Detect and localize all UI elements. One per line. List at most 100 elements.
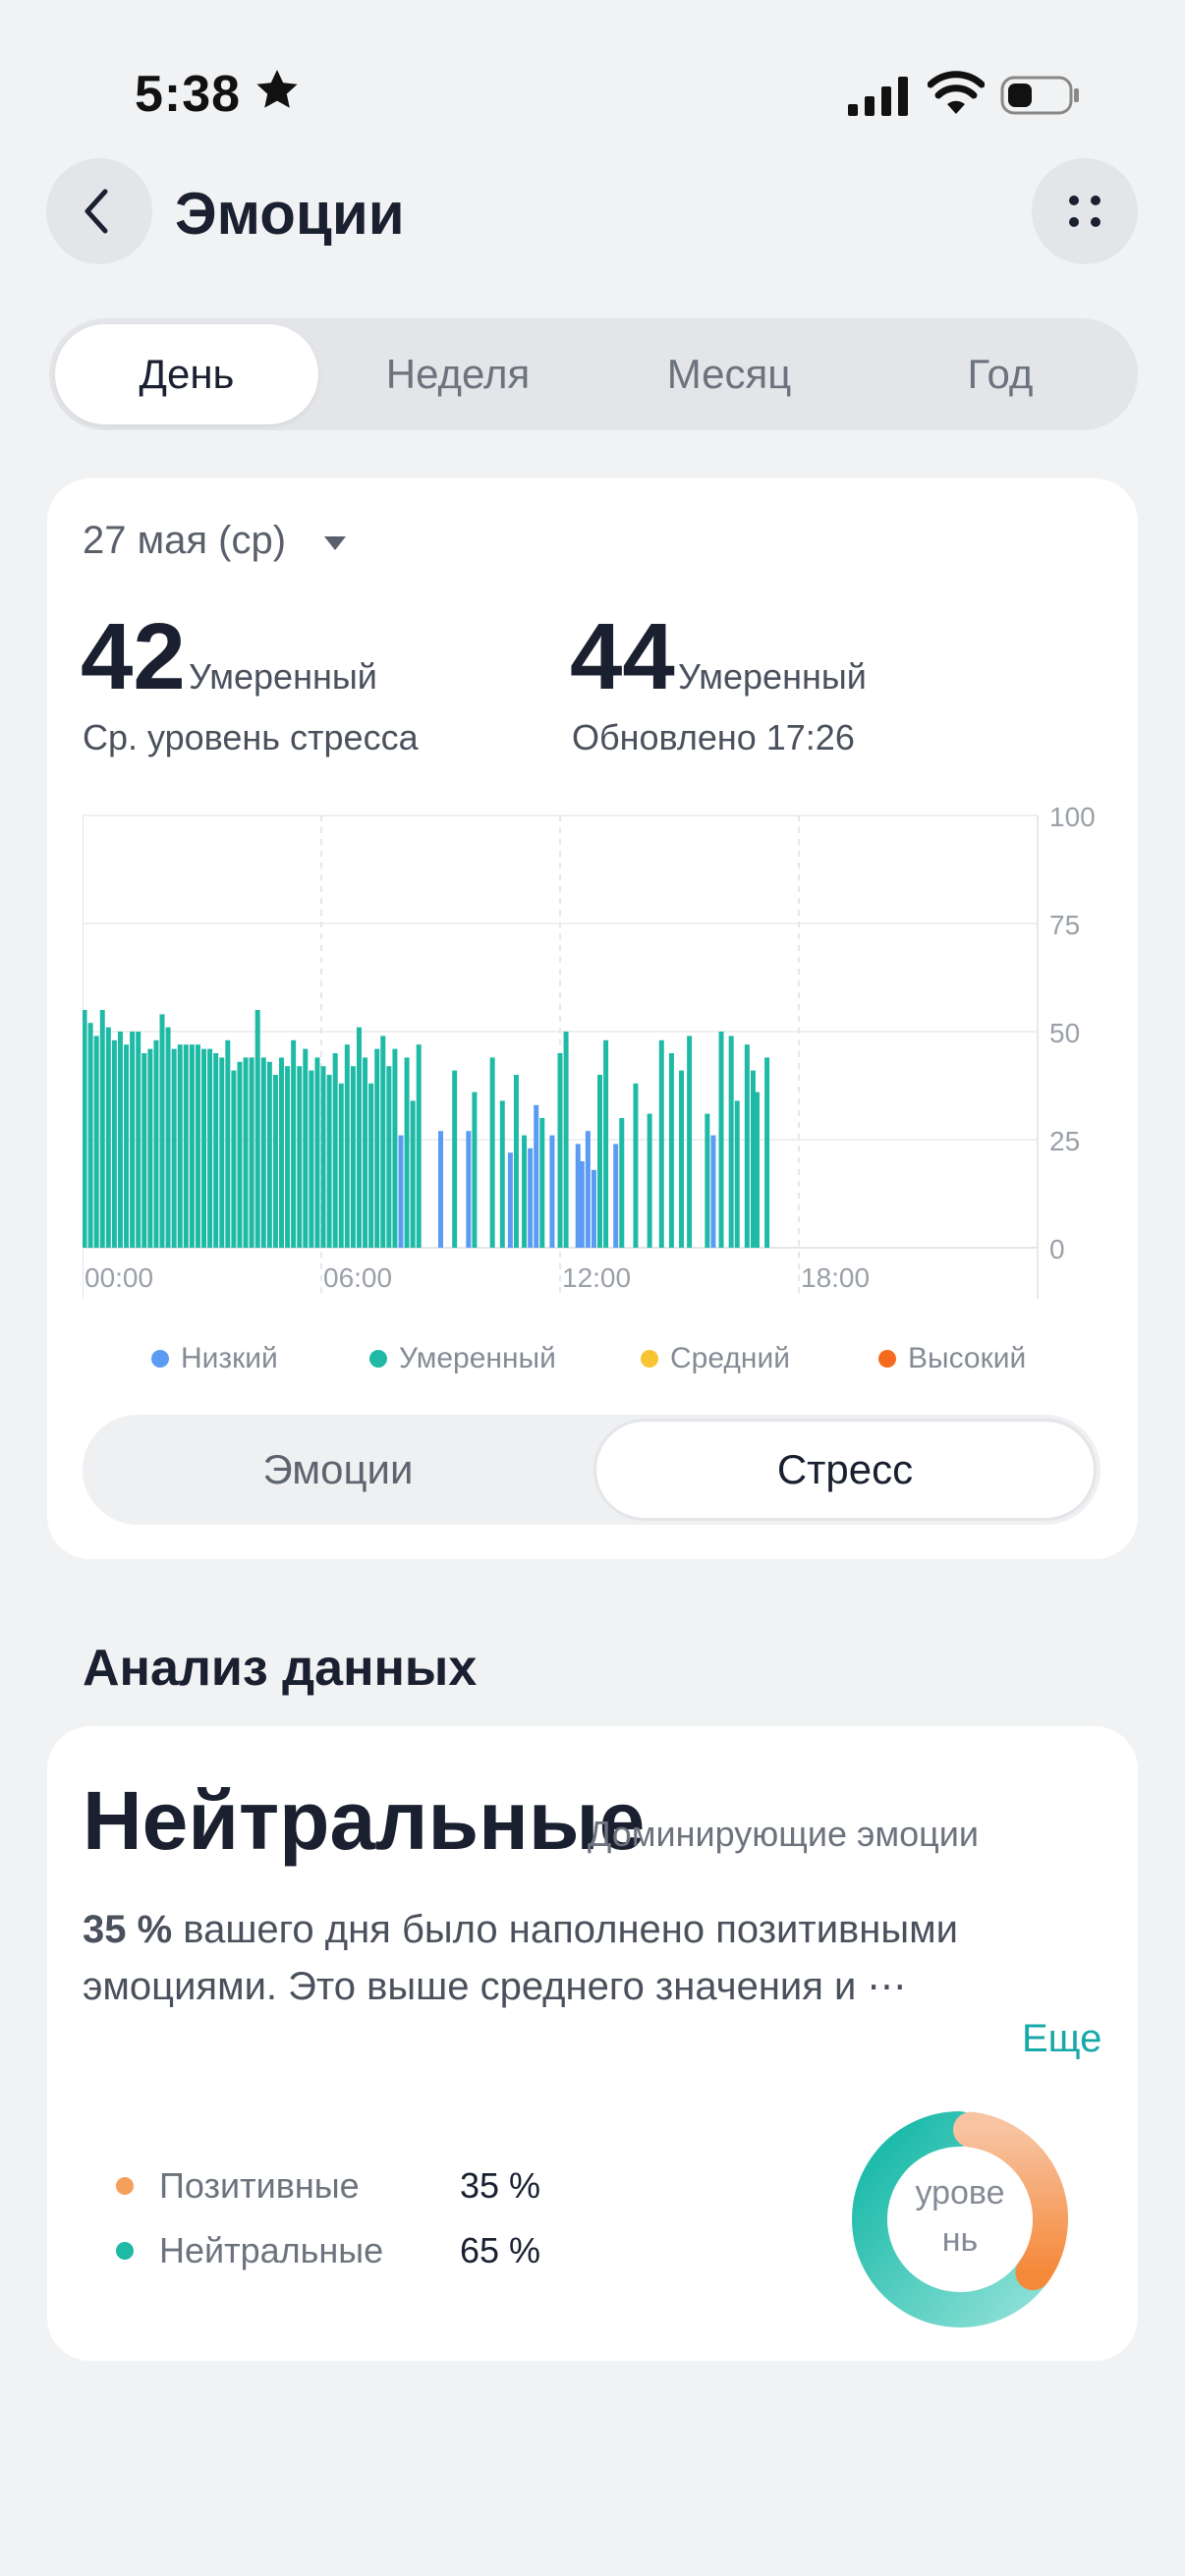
legend-moderate: Умеренный <box>369 1342 556 1375</box>
chart-bar <box>332 1053 338 1248</box>
chart-bar <box>153 1039 159 1248</box>
section-title: Анализ данных <box>83 1640 478 1697</box>
chart-bar <box>633 1083 639 1248</box>
chart-bar <box>303 1048 309 1248</box>
tab-year[interactable]: Год <box>869 324 1132 424</box>
chart-bar <box>613 1144 619 1248</box>
chart-bar <box>705 1113 710 1248</box>
tab-day[interactable]: День <box>55 324 318 424</box>
chart-bar <box>83 1010 87 1248</box>
donut-center-line1: урове <box>915 2174 1005 2212</box>
chart-bar <box>557 1053 563 1248</box>
chart-bar <box>710 1135 716 1248</box>
chart-bar <box>539 1118 545 1248</box>
page-title: Эмоции <box>175 181 405 247</box>
chart-bar <box>668 1053 674 1248</box>
chart-bar <box>679 1070 685 1248</box>
latest-stress-value: 44 <box>570 604 675 709</box>
chart-bar <box>320 1066 326 1248</box>
x-tick-label: 18:00 <box>801 1262 870 1293</box>
chart-bar <box>658 1039 664 1248</box>
chart-bar <box>499 1100 505 1248</box>
chart-bar <box>201 1048 207 1248</box>
chart-bar <box>718 1032 724 1248</box>
chart-bar <box>563 1032 569 1248</box>
caret-down-icon[interactable] <box>322 534 348 552</box>
chart-bar <box>472 1092 478 1248</box>
chart-bar <box>93 1036 99 1248</box>
analysis-text-line1: вашего дня было наполнено позитивными <box>172 1908 958 1951</box>
chart-bar <box>124 1044 130 1248</box>
chart-bar <box>291 1039 297 1248</box>
chart-bar <box>534 1104 539 1248</box>
chart-bar <box>356 1027 362 1248</box>
x-tick-label: 06:00 <box>323 1262 392 1293</box>
analysis-text: 35 % вашего дня было наполнено позитивны… <box>83 1901 1065 2015</box>
more-link[interactable]: Еще <box>1022 2017 1101 2061</box>
chart-bar <box>398 1135 404 1248</box>
more-button[interactable] <box>1032 158 1138 264</box>
chart-bar <box>136 1032 141 1248</box>
chart-bar <box>117 1032 123 1248</box>
legend-moderate-dot <box>369 1350 387 1368</box>
positive-value: 35 % <box>460 2165 541 2206</box>
avg-stress-value: 42 <box>81 604 186 709</box>
stress-chart[interactable]: 100 75 50 25 0 00:00 06:00 12:00 18:00 <box>83 806 1124 1307</box>
latest-updated-label: Обновлено 17:26 <box>572 717 855 757</box>
chart-bar <box>528 1148 534 1248</box>
positive-label: Позитивные <box>159 2165 360 2206</box>
chart-bar <box>754 1092 760 1248</box>
chart-bar <box>141 1053 147 1248</box>
chart-bar <box>452 1070 458 1248</box>
status-time: 5:38 <box>135 66 242 123</box>
mode-emotions[interactable]: Эмоции <box>86 1419 590 1521</box>
tab-month[interactable]: Месяц <box>597 324 861 424</box>
x-tick-label: 12:00 <box>562 1262 631 1293</box>
chart-bar <box>585 1131 591 1248</box>
tab-week[interactable]: Неделя <box>326 324 590 424</box>
chart-bar <box>764 1057 770 1248</box>
legend-high-dot <box>878 1350 896 1368</box>
date-selector[interactable]: 27 мая (ср) <box>83 519 286 563</box>
chart-bar <box>404 1057 410 1248</box>
chart-bar <box>243 1057 249 1248</box>
period-tabs: День Неделя Месяц Год <box>49 318 1138 430</box>
chart-bar <box>297 1066 303 1248</box>
chart-bar <box>279 1057 284 1248</box>
battery-icon <box>1000 76 1079 115</box>
chart-bar <box>549 1135 555 1248</box>
back-button[interactable] <box>46 158 152 264</box>
neutral-dot <box>116 2242 134 2260</box>
chart-bar <box>326 1075 332 1248</box>
legend-low-dot <box>151 1350 169 1368</box>
chart-bar <box>368 1083 374 1248</box>
chart-bar <box>147 1048 153 1248</box>
legend-medium-dot <box>641 1350 658 1368</box>
chart-bar <box>744 1044 750 1248</box>
chart-bar <box>344 1044 350 1248</box>
chart-bar <box>165 1027 171 1248</box>
star-icon <box>256 70 298 108</box>
chart-bar <box>591 1169 596 1248</box>
chart-bar <box>260 1057 266 1248</box>
chart-bar <box>513 1075 519 1248</box>
legend-moderate-label: Умеренный <box>399 1342 556 1374</box>
dominant-emotion: Нейтральные <box>83 1774 646 1867</box>
chart-bar <box>266 1061 272 1248</box>
mode-stress[interactable]: Стресс <box>593 1419 1097 1521</box>
chart-bar <box>410 1100 416 1248</box>
chart-bar <box>314 1057 320 1248</box>
chart-bar <box>734 1100 740 1248</box>
chart-bar <box>219 1057 225 1248</box>
chart-bar <box>130 1032 136 1248</box>
chart-bar <box>195 1044 200 1248</box>
avg-stress-level: Умеренный <box>189 656 377 697</box>
chart-bar <box>171 1048 177 1248</box>
chart-bar <box>619 1118 625 1248</box>
chart-bar <box>189 1044 195 1248</box>
chart-bar <box>647 1113 652 1248</box>
chart-bar <box>111 1039 117 1248</box>
wifi-icon <box>928 71 985 114</box>
chart-bar <box>489 1057 495 1248</box>
chart-bar <box>350 1066 356 1248</box>
